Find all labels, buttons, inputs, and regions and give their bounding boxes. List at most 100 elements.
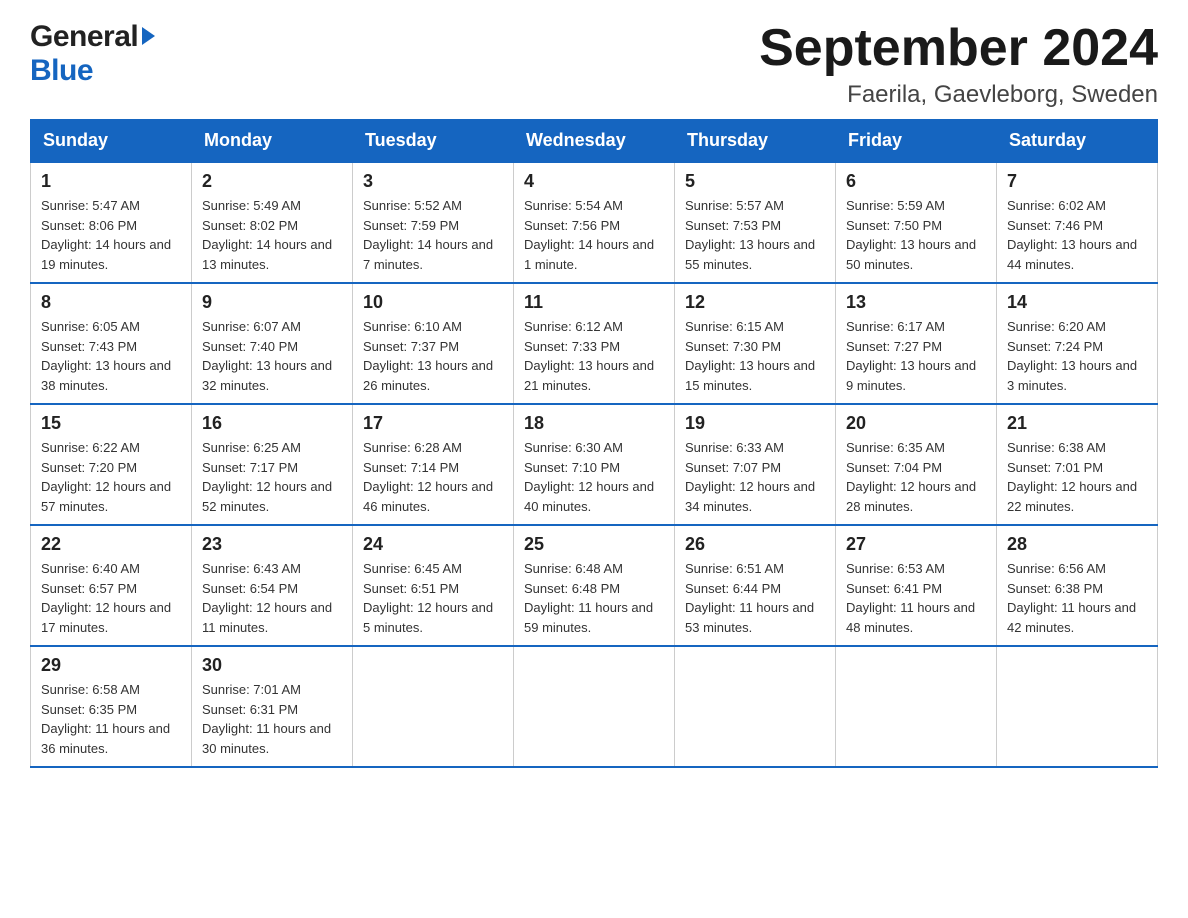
day-info: Sunrise: 6:12 AMSunset: 7:33 PMDaylight:… xyxy=(524,317,664,395)
month-title: September 2024 xyxy=(759,20,1158,77)
calendar-cell: 12 Sunrise: 6:15 AMSunset: 7:30 PMDayligh… xyxy=(675,283,836,404)
calendar-cell xyxy=(997,646,1158,767)
calendar-cell: 15Sunrise: 6:22 AMSunset: 7:20 PMDayligh… xyxy=(31,404,192,525)
calendar-cell: 18 Sunrise: 6:30 AMSunset: 7:10 PMDayligh… xyxy=(514,404,675,525)
calendar-cell: 17 Sunrise: 6:28 AMSunset: 7:14 PMDayligh… xyxy=(353,404,514,525)
calendar-cell: 4 Sunrise: 5:54 AMSunset: 7:56 PMDaylight… xyxy=(514,162,675,283)
day-info: Sunrise: 6:58 AMSunset: 6:35 PMDaylight:… xyxy=(41,680,181,758)
calendar-cell xyxy=(675,646,836,767)
calendar-table: SundayMondayTuesdayWednesdayThursdayFrid… xyxy=(30,119,1158,768)
day-number: 17 xyxy=(363,413,503,434)
page-header: General Blue September 2024 Faerila, Gae… xyxy=(30,20,1158,109)
day-number: 4 xyxy=(524,171,664,192)
day-info: Sunrise: 6:02 AMSunset: 7:46 PMDaylight:… xyxy=(1007,196,1147,274)
calendar-cell: 13 Sunrise: 6:17 AMSunset: 7:27 PMDayligh… xyxy=(836,283,997,404)
day-number: 11 xyxy=(524,292,664,313)
day-number: 23 xyxy=(202,534,342,555)
day-info: Sunrise: 6:28 AMSunset: 7:14 PMDaylight:… xyxy=(363,438,503,516)
day-info: Sunrise: 6:20 AMSunset: 7:24 PMDaylight:… xyxy=(1007,317,1147,395)
day-number: 6 xyxy=(846,171,986,192)
calendar-week-5: 29 Sunrise: 6:58 AMSunset: 6:35 PMDayligh… xyxy=(31,646,1158,767)
location-title: Faerila, Gaevleborg, Sweden xyxy=(759,81,1158,109)
day-number: 13 xyxy=(846,292,986,313)
day-info: Sunrise: 6:48 AMSunset: 6:48 PMDaylight:… xyxy=(524,559,664,637)
calendar-cell: 26 Sunrise: 6:51 AMSunset: 6:44 PMDayligh… xyxy=(675,525,836,646)
day-number: 12 xyxy=(685,292,825,313)
calendar-cell: 10Sunrise: 6:10 AMSunset: 7:37 PMDayligh… xyxy=(353,283,514,404)
calendar-cell: 29 Sunrise: 6:58 AMSunset: 6:35 PMDayligh… xyxy=(31,646,192,767)
day-info: Sunrise: 6:30 AMSunset: 7:10 PMDaylight:… xyxy=(524,438,664,516)
calendar-cell: 3 Sunrise: 5:52 AMSunset: 7:59 PMDaylight… xyxy=(353,162,514,283)
calendar-week-4: 22 Sunrise: 6:40 AMSunset: 6:57 PMDayligh… xyxy=(31,525,1158,646)
calendar-cell: 21Sunrise: 6:38 AMSunset: 7:01 PMDayligh… xyxy=(997,404,1158,525)
weekday-header-saturday: Saturday xyxy=(997,120,1158,163)
day-number: 29 xyxy=(41,655,181,676)
calendar-cell: 11 Sunrise: 6:12 AMSunset: 7:33 PMDayligh… xyxy=(514,283,675,404)
day-info: Sunrise: 5:57 AMSunset: 7:53 PMDaylight:… xyxy=(685,196,825,274)
calendar-cell: 6 Sunrise: 5:59 AMSunset: 7:50 PMDaylight… xyxy=(836,162,997,283)
calendar-cell: 9Sunrise: 6:07 AMSunset: 7:40 PMDaylight… xyxy=(192,283,353,404)
day-info: Sunrise: 6:15 AMSunset: 7:30 PMDaylight:… xyxy=(685,317,825,395)
day-info: Sunrise: 6:45 AMSunset: 6:51 PMDaylight:… xyxy=(363,559,503,637)
day-info: Sunrise: 6:38 AMSunset: 7:01 PMDaylight:… xyxy=(1007,438,1147,516)
day-info: Sunrise: 6:25 AMSunset: 7:17 PMDaylight:… xyxy=(202,438,342,516)
day-info: Sunrise: 6:40 AMSunset: 6:57 PMDaylight:… xyxy=(41,559,181,637)
calendar-cell: 20 Sunrise: 6:35 AMSunset: 7:04 PMDayligh… xyxy=(836,404,997,525)
calendar-cell: 22 Sunrise: 6:40 AMSunset: 6:57 PMDayligh… xyxy=(31,525,192,646)
day-number: 9 xyxy=(202,292,342,313)
calendar-cell: 1Sunrise: 5:47 AMSunset: 8:06 PMDaylight… xyxy=(31,162,192,283)
calendar-cell: 14 Sunrise: 6:20 AMSunset: 7:24 PMDayligh… xyxy=(997,283,1158,404)
day-number: 22 xyxy=(41,534,181,555)
day-info: Sunrise: 6:43 AMSunset: 6:54 PMDaylight:… xyxy=(202,559,342,637)
weekday-header-tuesday: Tuesday xyxy=(353,120,514,163)
weekday-header-sunday: Sunday xyxy=(31,120,192,163)
calendar-cell: 23 Sunrise: 6:43 AMSunset: 6:54 PMDayligh… xyxy=(192,525,353,646)
day-info: Sunrise: 6:53 AMSunset: 6:41 PMDaylight:… xyxy=(846,559,986,637)
logo: General Blue xyxy=(30,20,155,88)
calendar-week-3: 15Sunrise: 6:22 AMSunset: 7:20 PMDayligh… xyxy=(31,404,1158,525)
day-number: 19 xyxy=(685,413,825,434)
day-info: Sunrise: 5:54 AMSunset: 7:56 PMDaylight:… xyxy=(524,196,664,274)
weekday-header-row: SundayMondayTuesdayWednesdayThursdayFrid… xyxy=(31,120,1158,163)
title-area: September 2024 Faerila, Gaevleborg, Swed… xyxy=(759,20,1158,109)
day-info: Sunrise: 6:56 AMSunset: 6:38 PMDaylight:… xyxy=(1007,559,1147,637)
day-number: 16 xyxy=(202,413,342,434)
calendar-cell: 25 Sunrise: 6:48 AMSunset: 6:48 PMDayligh… xyxy=(514,525,675,646)
day-info: Sunrise: 6:05 AMSunset: 7:43 PMDaylight:… xyxy=(41,317,181,395)
day-number: 25 xyxy=(524,534,664,555)
weekday-header-friday: Friday xyxy=(836,120,997,163)
day-number: 15 xyxy=(41,413,181,434)
day-info: Sunrise: 5:49 AMSunset: 8:02 PMDaylight:… xyxy=(202,196,342,274)
calendar-cell xyxy=(514,646,675,767)
day-info: Sunrise: 6:51 AMSunset: 6:44 PMDaylight:… xyxy=(685,559,825,637)
day-info: Sunrise: 6:35 AMSunset: 7:04 PMDaylight:… xyxy=(846,438,986,516)
calendar-cell: 19Sunrise: 6:33 AMSunset: 7:07 PMDayligh… xyxy=(675,404,836,525)
day-number: 26 xyxy=(685,534,825,555)
calendar-cell: 27 Sunrise: 6:53 AMSunset: 6:41 PMDayligh… xyxy=(836,525,997,646)
calendar-cell: 24 Sunrise: 6:45 AMSunset: 6:51 PMDayligh… xyxy=(353,525,514,646)
day-number: 18 xyxy=(524,413,664,434)
day-number: 3 xyxy=(363,171,503,192)
calendar-cell: 2 Sunrise: 5:49 AMSunset: 8:02 PMDaylight… xyxy=(192,162,353,283)
day-info: Sunrise: 5:59 AMSunset: 7:50 PMDaylight:… xyxy=(846,196,986,274)
day-number: 2 xyxy=(202,171,342,192)
calendar-cell xyxy=(836,646,997,767)
logo-line2: Blue xyxy=(30,54,93,88)
day-info: Sunrise: 5:52 AMSunset: 7:59 PMDaylight:… xyxy=(363,196,503,274)
weekday-header-monday: Monday xyxy=(192,120,353,163)
day-info: Sunrise: 6:17 AMSunset: 7:27 PMDaylight:… xyxy=(846,317,986,395)
calendar-cell: 16 Sunrise: 6:25 AMSunset: 7:17 PMDayligh… xyxy=(192,404,353,525)
day-number: 27 xyxy=(846,534,986,555)
calendar-week-2: 8Sunrise: 6:05 AMSunset: 7:43 PMDaylight… xyxy=(31,283,1158,404)
calendar-cell xyxy=(353,646,514,767)
day-number: 14 xyxy=(1007,292,1147,313)
day-info: Sunrise: 5:47 AMSunset: 8:06 PMDaylight:… xyxy=(41,196,181,274)
day-number: 20 xyxy=(846,413,986,434)
day-number: 24 xyxy=(363,534,503,555)
day-number: 7 xyxy=(1007,171,1147,192)
calendar-cell: 8Sunrise: 6:05 AMSunset: 7:43 PMDaylight… xyxy=(31,283,192,404)
calendar-cell: 7 Sunrise: 6:02 AMSunset: 7:46 PMDaylight… xyxy=(997,162,1158,283)
day-info: Sunrise: 6:10 AMSunset: 7:37 PMDaylight:… xyxy=(363,317,503,395)
day-number: 5 xyxy=(685,171,825,192)
calendar-cell: 28Sunrise: 6:56 AMSunset: 6:38 PMDayligh… xyxy=(997,525,1158,646)
